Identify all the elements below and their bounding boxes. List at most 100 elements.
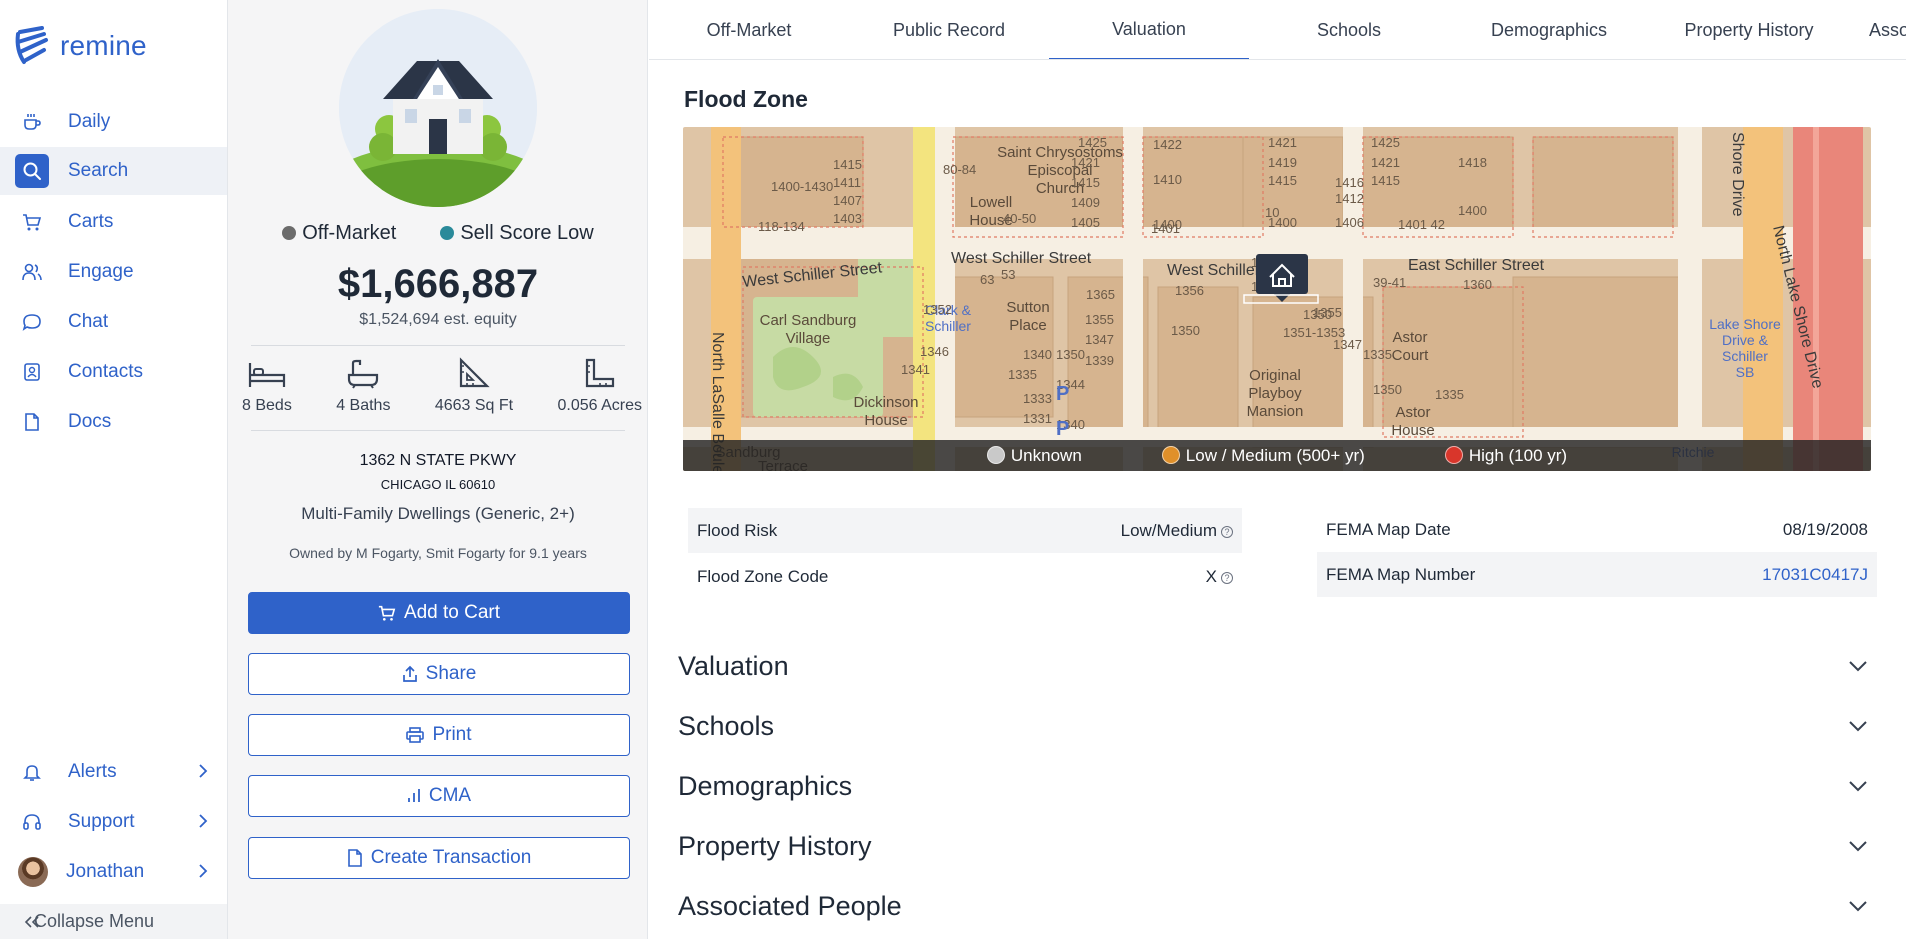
- map-label-place: SB: [1736, 364, 1755, 380]
- fema-map-number-label: FEMA Map Number: [1326, 564, 1476, 584]
- print-button[interactable]: Print: [248, 714, 630, 756]
- cart-icon: [378, 605, 396, 621]
- share-button[interactable]: Share: [248, 653, 630, 695]
- legend-dot: [1161, 445, 1180, 464]
- map-building-number: 1347: [1333, 337, 1362, 352]
- nav-item-engage[interactable]: Engage: [0, 248, 227, 296]
- map-label-place: Lowell: [970, 194, 1013, 211]
- divider: [251, 345, 625, 346]
- avatar: [18, 857, 48, 887]
- map-building-number: 1333: [1023, 391, 1052, 406]
- nav-label-chat: Chat: [68, 311, 109, 332]
- tab-associated-people[interactable]: Associated People: [1849, 0, 1906, 59]
- legend-item-high: High (100 yr): [1444, 445, 1567, 466]
- tab-demographics[interactable]: Demographics: [1449, 0, 1649, 59]
- add-to-cart-label: Add to Cart: [403, 602, 501, 623]
- map-building-number: 1355: [1085, 312, 1114, 327]
- cart-icon: [15, 205, 49, 239]
- map-building-number: 1425: [1078, 135, 1107, 150]
- stat-baths-text: 4 Baths: [336, 397, 391, 414]
- section-valuation[interactable]: Valuation: [678, 641, 1878, 691]
- nav-item-support[interactable]: Support: [0, 798, 227, 846]
- status-row: Off-Market Sell Score Low: [228, 222, 648, 245]
- section-demographics[interactable]: Demographics: [678, 761, 1878, 811]
- map-label-place: Lake Shore: [1709, 316, 1781, 332]
- brand-logo[interactable]: remine: [12, 24, 147, 68]
- parking-icon: P: [1056, 418, 1069, 440]
- flood-zone-map[interactable]: West Schiller Street West Schiller Stree…: [683, 127, 1871, 471]
- create-transaction-button[interactable]: Create Transaction: [248, 837, 630, 879]
- map-label-place: Court: [1392, 347, 1430, 364]
- tab-property-history[interactable]: Property History: [1649, 0, 1849, 59]
- nav-item-chat[interactable]: Chat: [0, 298, 227, 346]
- stat-sqft-text: 4663 Sq Ft: [434, 397, 514, 414]
- fema-map-number-link[interactable]: 17031C0417J: [1762, 565, 1868, 585]
- printer-icon: [406, 727, 425, 743]
- flood-zone-code-row: Flood Zone Code X?: [688, 554, 1242, 599]
- remine-logo-icon: [15, 26, 48, 64]
- print-label: Print: [432, 724, 472, 745]
- fema-map-date-row: FEMA Map Date 08/19/2008: [1317, 507, 1877, 552]
- help-icon[interactable]: ?: [1221, 571, 1233, 584]
- search-icon: [15, 154, 49, 188]
- property-type: Multi-Family Dwellings (Generic, 2+): [301, 504, 575, 523]
- map-label-place: Place: [1009, 317, 1047, 334]
- map-building-number: 1410: [1153, 172, 1182, 187]
- section-title: Valuation: [678, 650, 789, 681]
- nav-item-carts[interactable]: Carts: [0, 198, 227, 246]
- chat-icon: [15, 305, 49, 339]
- map-building-number: 1409: [1071, 195, 1100, 210]
- section-schools[interactable]: Schools: [678, 701, 1878, 751]
- est-equity: $1,524,694 est. equity: [359, 311, 517, 328]
- section-property-history[interactable]: Property History: [678, 821, 1878, 871]
- map-label-street: East Schiller Street: [1408, 257, 1545, 274]
- map-building-number: 1347: [1085, 332, 1114, 347]
- sidebar-nav: remine Daily Search Carts Engage Chat Co…: [0, 0, 228, 939]
- tab-schools[interactable]: Schools: [1249, 0, 1449, 59]
- nav-item-profile[interactable]: Jonathan: [0, 848, 227, 896]
- map-building-number: 1407: [833, 193, 862, 208]
- legend-item-unknown: Unknown: [986, 445, 1082, 466]
- map-building-number: 1411: [833, 175, 861, 190]
- document-icon: [347, 849, 362, 867]
- nav-item-search[interactable]: Search: [0, 147, 227, 195]
- fema-map-date-label: FEMA Map Date: [1326, 519, 1451, 539]
- bell-icon: [15, 755, 49, 789]
- map-building-number: 53: [1001, 267, 1015, 282]
- map-building-number: 1421: [1071, 155, 1100, 170]
- stat-beds-text: 8 Beds: [242, 397, 292, 414]
- map-building-number: 1418: [1458, 155, 1487, 170]
- help-icon[interactable]: ?: [1221, 525, 1233, 538]
- engage-icon: [15, 255, 49, 289]
- fema-map-date-value: 08/19/2008: [1782, 519, 1868, 539]
- contacts-icon: [15, 355, 49, 389]
- map-building-number: 1341: [901, 362, 930, 377]
- map-building-number: 1412: [1335, 191, 1364, 206]
- map-building-number: 1331: [1023, 411, 1052, 426]
- nav-item-alerts[interactable]: Alerts: [0, 748, 227, 796]
- section-associated-people[interactable]: Associated People: [678, 881, 1878, 931]
- nav-label-docs: Docs: [68, 411, 112, 432]
- map-building-number: 1403: [833, 211, 862, 226]
- nav-item-daily[interactable]: Daily: [0, 98, 227, 146]
- status-dot: [282, 226, 297, 240]
- map-label-place: Dickinson: [853, 394, 918, 411]
- nav-item-contacts[interactable]: Contacts: [0, 348, 227, 396]
- tab-public-record[interactable]: Public Record: [849, 0, 1049, 59]
- map-building-number: 1406: [1335, 215, 1364, 230]
- stat-baths: 4 Baths: [336, 355, 390, 415]
- map-label-street: West Schiller Street: [951, 250, 1092, 267]
- map-label-place: House: [864, 412, 907, 429]
- nav-item-docs[interactable]: Docs: [0, 398, 227, 446]
- add-to-cart-button[interactable]: Add to Cart: [248, 592, 630, 634]
- cma-button[interactable]: CMA: [248, 775, 630, 817]
- section-title: Associated People: [678, 890, 902, 921]
- stat-beds: 8 Beds: [242, 355, 292, 415]
- section-title: Demographics: [678, 770, 853, 801]
- tab-off-market[interactable]: Off-Market: [649, 0, 849, 59]
- chevron-down-icon: [1849, 901, 1867, 912]
- tab-valuation[interactable]: Valuation: [1049, 0, 1249, 59]
- stat-sqft: 4663 Sq Ft: [435, 355, 513, 415]
- sell-score-dot: [440, 226, 455, 240]
- collapse-menu-button[interactable]: Collapse Menu: [0, 904, 227, 939]
